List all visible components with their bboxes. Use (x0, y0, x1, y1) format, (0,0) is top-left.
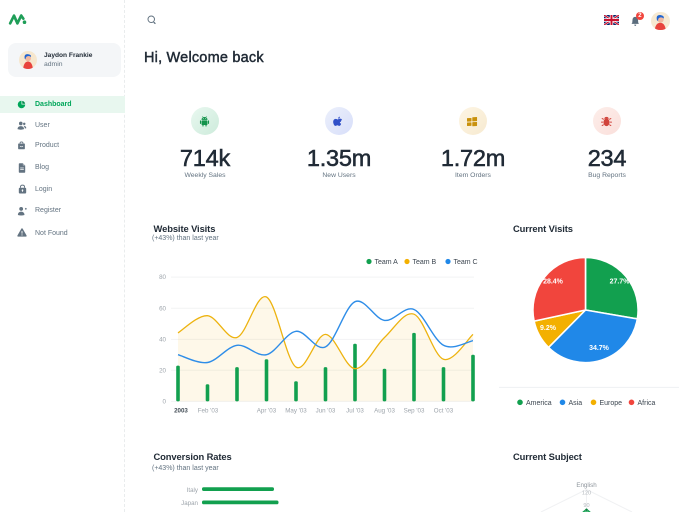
svg-text:Italy: Italy (187, 487, 199, 494)
svg-text:English: English (576, 482, 597, 489)
svg-text:Apr '03: Apr '03 (257, 408, 277, 415)
svg-text:Team B: Team B (413, 259, 437, 266)
svg-text:27.7%: 27.7% (610, 279, 631, 286)
svg-text:60: 60 (159, 305, 166, 312)
svg-text:20: 20 (159, 367, 166, 374)
svg-text:120: 120 (582, 491, 591, 497)
svg-text:0: 0 (163, 399, 167, 406)
svg-text:9.2%: 9.2% (540, 325, 557, 332)
svg-text:Team A: Team A (375, 259, 399, 266)
svg-text:Africa: Africa (638, 400, 656, 407)
svg-text:34.7%: 34.7% (589, 345, 610, 352)
svg-text:Jul '03: Jul '03 (346, 408, 364, 415)
svg-text:Oct '03: Oct '03 (434, 408, 454, 415)
svg-text:Feb '03: Feb '03 (198, 408, 219, 415)
svg-text:40: 40 (159, 337, 166, 344)
svg-text:2003: 2003 (174, 408, 188, 415)
svg-text:Asia: Asia (569, 400, 583, 407)
svg-text:Team C: Team C (454, 259, 478, 266)
svg-text:Sep '03: Sep '03 (404, 408, 425, 415)
svg-text:90: 90 (583, 503, 589, 509)
svg-text:America: America (526, 400, 552, 407)
svg-text:Jun '03: Jun '03 (316, 408, 336, 415)
svg-text:28.4%: 28.4% (543, 279, 564, 286)
svg-text:May '03: May '03 (285, 408, 307, 415)
svg-text:Europe: Europe (600, 400, 623, 407)
svg-text:80: 80 (159, 274, 166, 281)
svg-text:Aug '03: Aug '03 (374, 408, 395, 415)
svg-text:Japan: Japan (181, 500, 198, 507)
